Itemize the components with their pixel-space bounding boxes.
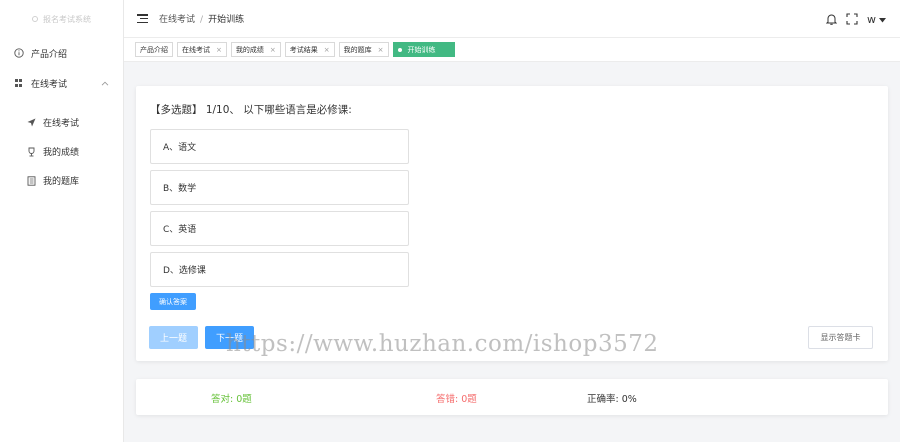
close-icon[interactable]: × bbox=[324, 46, 330, 54]
question-title: 【多选题】 1/10、 以下哪些语言是必修课: bbox=[150, 104, 352, 116]
grid-icon bbox=[14, 78, 24, 88]
app-logo: 报名考试系统 bbox=[0, 0, 123, 38]
tag-my-question-bank[interactable]: 我的题库 × bbox=[338, 42, 389, 57]
breadcrumb: 在线考试 / 开始训练 bbox=[159, 12, 244, 25]
tag-exam-results[interactable]: 考试结果 × bbox=[284, 42, 335, 57]
accuracy-rate: 正确率: 0% bbox=[587, 394, 637, 405]
header-actions: w bbox=[826, 0, 886, 38]
option-label: B、数学 bbox=[163, 184, 197, 194]
close-icon[interactable]: × bbox=[270, 46, 276, 54]
chevron-up-icon bbox=[101, 79, 109, 88]
question-card: 【多选题】 1/10、 以下哪些语言是必修课: A、语文 B、数学 C、英语 D… bbox=[136, 86, 888, 361]
tag-label: 产品介绍 bbox=[140, 45, 168, 54]
wrong-count: 答错: 0题 bbox=[436, 394, 477, 405]
show-answer-sheet-button[interactable]: 显示答题卡 bbox=[808, 326, 873, 349]
tag-label: 我的题库 bbox=[343, 45, 372, 54]
option-c[interactable]: C、英语 bbox=[150, 211, 409, 246]
sidebar-item-label: 我的题库 bbox=[43, 177, 80, 187]
previous-question-button[interactable]: 上一题 bbox=[149, 326, 198, 349]
info-circle-icon bbox=[14, 48, 24, 58]
caret-down-icon bbox=[879, 13, 886, 26]
sidebar-item-label: 在线考试 bbox=[31, 79, 68, 90]
confirm-answer-button[interactable]: 确认答案 bbox=[150, 293, 196, 310]
fullscreen-icon[interactable] bbox=[846, 13, 858, 25]
sidebar-item-product-intro[interactable]: 产品介绍 bbox=[0, 38, 123, 68]
user-menu[interactable]: w bbox=[867, 13, 886, 26]
close-icon[interactable]: × bbox=[378, 46, 384, 54]
sidebar-item-label: 产品介绍 bbox=[31, 49, 68, 60]
sidebar-item-label: 在线考试 bbox=[43, 119, 80, 129]
next-question-button[interactable]: 下一题 bbox=[205, 326, 254, 349]
option-label: D、选修课 bbox=[163, 266, 206, 276]
sidebar-item-label: 我的成绩 bbox=[43, 148, 80, 158]
breadcrumb-separator: / bbox=[200, 15, 204, 25]
bell-icon[interactable] bbox=[826, 13, 837, 25]
sidebar: 报名考试系统 产品介绍 在线考试 在线考试 我的成绩 我的题库 bbox=[0, 0, 124, 442]
option-label: C、英语 bbox=[163, 225, 197, 235]
tag-label: 在线考试 bbox=[182, 45, 210, 54]
tag-online-exam[interactable]: 在线考试 × bbox=[177, 42, 227, 57]
sidebar-subitem-my-question-bank[interactable]: 我的题库 bbox=[0, 166, 123, 195]
user-name: w bbox=[867, 12, 876, 26]
tags-view-bar: 产品介绍 在线考试 × 我的成绩 × 考试结果 × 我的题库 × 开始训练 bbox=[124, 38, 900, 62]
breadcrumb-item[interactable]: 在线考试 bbox=[159, 15, 195, 25]
logo-icon bbox=[32, 16, 38, 22]
option-b[interactable]: B、数学 bbox=[150, 170, 409, 205]
sidebar-item-online-exam[interactable]: 在线考试 bbox=[0, 68, 123, 98]
correct-count: 答对: 0题 bbox=[211, 394, 252, 405]
option-a[interactable]: A、语文 bbox=[150, 129, 409, 164]
active-dot-icon bbox=[397, 47, 402, 52]
option-label: A、语文 bbox=[163, 143, 197, 153]
sidebar-subitem-my-scores[interactable]: 我的成绩 bbox=[0, 137, 123, 166]
menu-toggle-icon[interactable] bbox=[137, 14, 148, 23]
score-summary: 答对: 0题 答错: 0题 正确率: 0% bbox=[136, 379, 888, 415]
trophy-icon bbox=[26, 147, 36, 157]
sidebar-subitem-online-exam[interactable]: 在线考试 bbox=[0, 108, 123, 137]
sidebar-submenu: 在线考试 我的成绩 我的题库 bbox=[0, 108, 123, 195]
top-header: 在线考试 / 开始训练 w bbox=[124, 0, 900, 38]
tag-start-training[interactable]: 开始训练 bbox=[392, 42, 455, 57]
tag-product-intro[interactable]: 产品介绍 bbox=[135, 42, 173, 57]
tag-my-scores[interactable]: 我的成绩 × bbox=[230, 42, 281, 57]
tag-label: 我的成绩 bbox=[235, 45, 264, 54]
close-icon[interactable]: × bbox=[216, 46, 222, 54]
option-d[interactable]: D、选修课 bbox=[150, 252, 409, 287]
tag-label: 考试结果 bbox=[289, 45, 318, 54]
breadcrumb-current: 开始训练 bbox=[208, 15, 245, 25]
tag-label: 开始训练 bbox=[407, 45, 436, 54]
logo-text: 报名考试系统 bbox=[43, 14, 91, 24]
send-icon bbox=[26, 118, 36, 128]
book-icon bbox=[26, 175, 36, 186]
